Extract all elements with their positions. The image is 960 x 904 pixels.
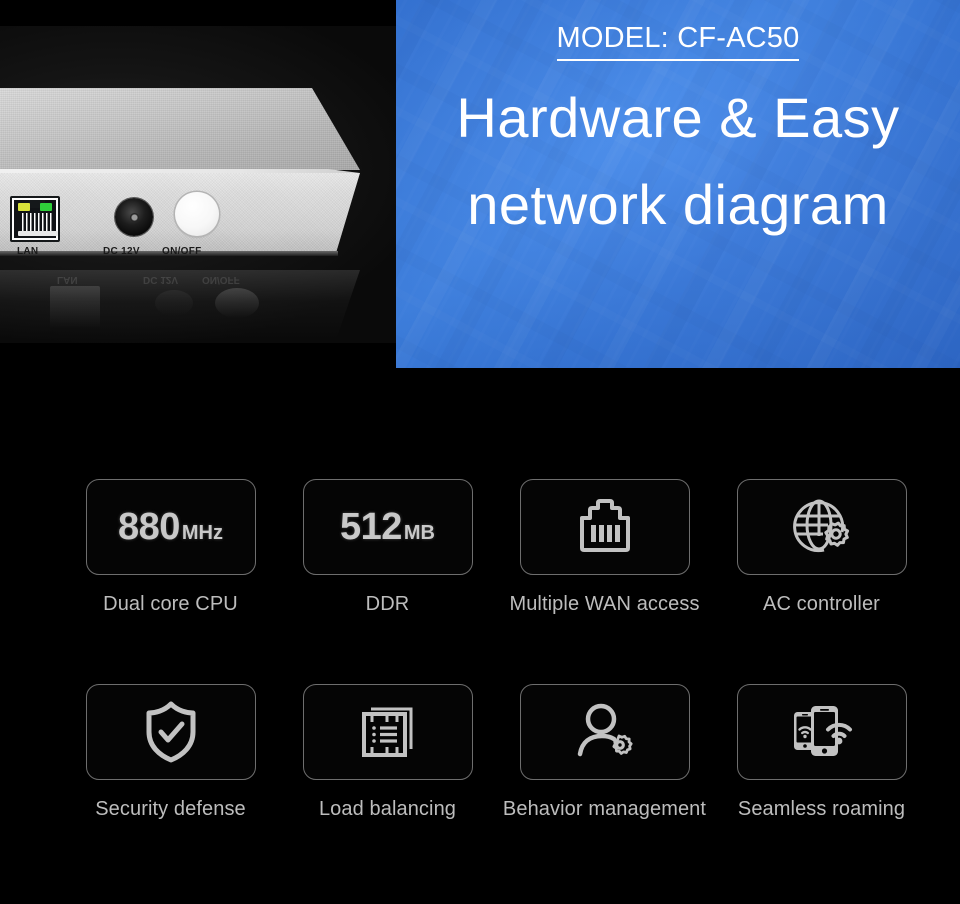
- memory-size-badge: 512 MB: [340, 506, 435, 549]
- product-feature-page: LAN DC 12V ON/OFF LAN DC 12V ON/OFF MODE…: [0, 0, 960, 904]
- photo-top-letterbox: [0, 0, 396, 26]
- lan-led-yellow-icon: [18, 203, 30, 211]
- feature-card-load-balancing: [302, 684, 473, 780]
- feature-item-behavior-management: Behavior management: [496, 684, 713, 824]
- reflection-dc-label: DC 12V: [143, 274, 179, 285]
- server-stack-icon: [361, 707, 412, 757]
- reflection-lan-port: [50, 286, 100, 328]
- feature-item-ac-controller: AC controller: [713, 479, 930, 619]
- feature-card-wan: [519, 479, 690, 575]
- cpu-speed-badge: 880 MHz: [118, 506, 223, 549]
- hero-banner: MODEL: CF-AC50 Hardware & Easy network d…: [396, 0, 960, 368]
- feature-card-seamless-roaming: [736, 684, 907, 780]
- lan-port-floor: [18, 231, 58, 236]
- feature-label-security-defense: Security defense: [95, 798, 246, 820]
- phones-wifi-icon: [793, 706, 852, 756]
- lan-port-pins: [22, 213, 54, 231]
- reflection-power-button: [215, 288, 259, 318]
- dc-jack-label: DC 12V: [103, 246, 140, 257]
- router-top-surface: [0, 88, 360, 170]
- person-gear-icon: [577, 703, 633, 757]
- router-top-texture: [0, 88, 360, 170]
- rj45-port-icon: [579, 499, 630, 552]
- feature-grid: 880 MHz Dual core CPU 512 MB DDR Multipl…: [0, 370, 960, 904]
- feature-row-2: Security defense Load balancing Behavior…: [0, 684, 960, 824]
- reflection-onoff-label: ON/OFF: [202, 274, 240, 285]
- memory-size-unit: MB: [403, 521, 435, 544]
- reflection-lan-label: LAN: [57, 274, 78, 285]
- power-button-icon: [175, 192, 219, 236]
- feature-label-ac-controller: AC controller: [763, 593, 880, 615]
- shield-check-icon: [146, 701, 195, 763]
- reflection-dc-jack: [155, 290, 193, 316]
- lan-port-cavity: [14, 200, 58, 238]
- feature-card-cpu: 880 MHz: [85, 479, 256, 575]
- feature-card-ac-controller: [736, 479, 907, 575]
- feature-label-ddr: DDR: [365, 593, 410, 615]
- feature-card-behavior: [519, 684, 690, 780]
- router-device-image: LAN DC 12V ON/OFF: [0, 88, 370, 268]
- feature-item-dual-core-cpu: 880 MHz Dual core CPU: [62, 479, 279, 619]
- feature-item-multiple-wan-access: Multiple WAN access: [496, 479, 713, 619]
- lan-port-label: LAN: [17, 246, 39, 257]
- feature-label-dual-core-cpu: Dual core CPU: [103, 593, 238, 615]
- router-top-edge: [0, 169, 360, 173]
- lan-led-green-icon: [40, 203, 52, 211]
- model-heading: MODEL: CF-AC50: [556, 22, 800, 62]
- feature-item-seamless-roaming: Seamless roaming: [713, 684, 930, 824]
- feature-label-behavior-management: Behavior management: [502, 798, 707, 820]
- cpu-speed-unit: MHz: [181, 521, 223, 544]
- product-photo-panel: LAN DC 12V ON/OFF LAN DC 12V ON/OFF: [0, 0, 396, 343]
- memory-size-value: 512: [339, 505, 402, 548]
- feature-item-security-defense: Security defense: [62, 684, 279, 824]
- globe-gear-icon: [792, 499, 849, 553]
- cpu-speed-value: 880: [117, 505, 180, 548]
- dc-jack-icon: [115, 198, 153, 236]
- feature-row-1: 880 MHz Dual core CPU 512 MB DDR Multipl…: [0, 479, 960, 619]
- feature-item-load-balancing: Load balancing: [279, 684, 496, 824]
- banner-title: Hardware & Easy network diagram: [456, 86, 900, 237]
- hero-section: LAN DC 12V ON/OFF LAN DC 12V ON/OFF MODE…: [0, 0, 960, 370]
- feature-label-load-balancing: Load balancing: [318, 798, 457, 820]
- feature-label-seamless-roaming: Seamless roaming: [737, 798, 906, 820]
- feature-card-security: [85, 684, 256, 780]
- feature-label-multiple-wan-access: Multiple WAN access: [509, 593, 700, 615]
- feature-card-ddr: 512 MB: [302, 479, 473, 575]
- lan-port-icon: [10, 196, 60, 242]
- power-button-label: ON/OFF: [162, 246, 202, 257]
- feature-item-ddr: 512 MB DDR: [279, 479, 496, 619]
